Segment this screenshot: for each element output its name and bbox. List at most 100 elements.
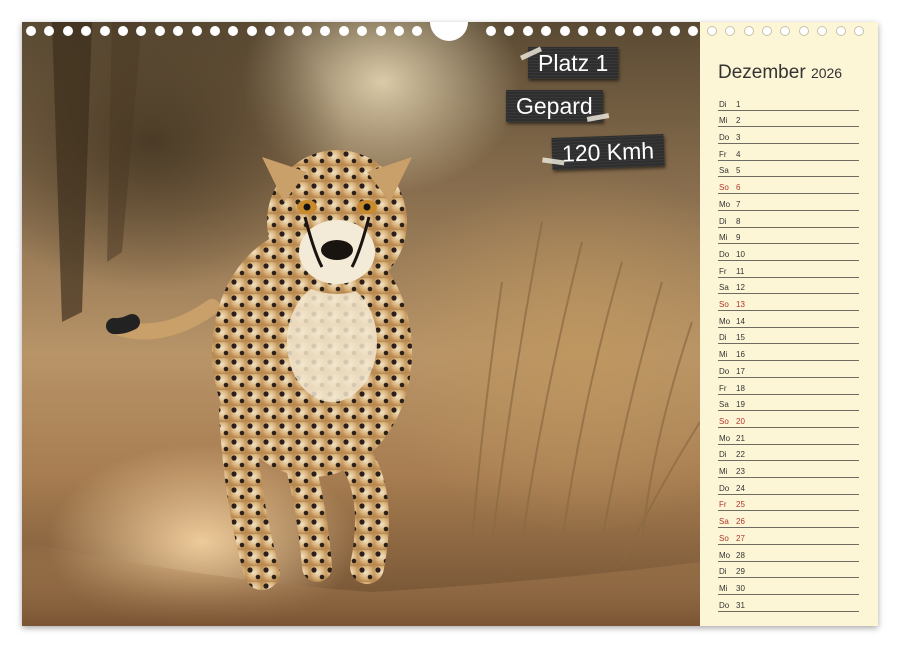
day-number: 7 [736,199,741,209]
day-row: Di 8 [718,210,859,228]
weekday-label: Sa [719,517,729,527]
label-animal: Gepard [506,90,609,122]
binding-hole [541,26,552,36]
day-number: 28 [736,550,745,560]
day-row: Di 1 [718,93,859,111]
weekday-label: Mi [719,467,728,477]
day-number: 22 [736,450,745,460]
day-row: Fr 11 [718,260,859,278]
day-number: 25 [736,500,745,510]
day-row: So 13 [718,293,859,312]
day-number: 4 [736,149,741,159]
binding-hole [99,26,110,36]
weekday-label: Do [719,133,730,143]
day-number: 30 [736,583,745,593]
day-row: So 6 [718,177,859,195]
binding-hole [136,26,147,36]
weekday-label: So [719,533,729,543]
day-row: Sa 5 [718,160,859,178]
day-row: Mo 28 [718,544,859,562]
day-number: 21 [736,433,745,443]
day-row: Fr 25 [718,494,859,512]
binding-hole [228,26,239,36]
day-row: So 27 [718,527,859,545]
day-number: 15 [736,333,745,343]
weekday-label: Mi [719,233,728,243]
day-row: Mi 9 [718,227,859,245]
month-name: Dezember [718,62,806,83]
binding-hole [62,26,73,36]
binding-hole [154,26,165,36]
weekday-label: Fr [719,383,727,393]
label-speed: 120 Kmh [542,134,665,170]
day-number: 14 [736,316,745,326]
day-number: 2 [736,116,741,126]
binding-hole [688,26,699,36]
day-number: 9 [736,233,741,243]
day-row: Sa 26 [718,511,859,529]
weekday-label: Sa [719,166,729,176]
day-row: Mi 2 [718,110,859,128]
weekday-label: Mo [719,550,731,560]
day-row: Do 17 [718,360,859,378]
label-animal-text: Gepard [516,93,593,119]
binding-hole [486,26,496,36]
binding-hole [302,26,312,36]
binding-hole [817,26,828,36]
day-number: 23 [736,467,745,477]
day-number: 27 [736,533,745,543]
weekday-label: Di [719,333,727,343]
day-number: 18 [736,383,745,393]
weekday-label: Di [719,450,727,460]
day-number: 1 [736,99,741,109]
binding-hole [780,26,791,36]
day-number: 12 [736,283,745,293]
day-row: Di 15 [718,327,859,345]
binding-hole [633,26,644,36]
day-number: 8 [736,216,741,226]
binding-hole [210,26,220,36]
weekday-label: Di [719,216,727,226]
binding-hole [173,26,184,36]
binding-hole [118,26,128,36]
day-number: 5 [736,166,741,176]
day-row: Mi 23 [718,460,859,479]
label-rank: Platz 1 [519,46,619,79]
weekday-label: Do [719,483,730,493]
weekday-label: Mi [719,583,728,593]
day-number: 11 [736,266,745,276]
weekday-label: So [719,300,729,310]
weekday-label: Di [719,567,727,577]
binding-hole [394,26,404,36]
binding-hole [835,26,846,36]
day-number: 31 [736,600,745,610]
binding-hole [504,26,515,36]
binding-hole [596,26,607,36]
day-number: 20 [736,416,745,426]
label-rank-text: Platz 1 [538,50,609,76]
binding-hole [338,26,349,36]
binding-hole [44,26,55,36]
day-row: So 20 [718,410,859,428]
weekday-label: Sa [719,283,729,293]
day-number: 29 [736,567,745,577]
binding-hole [614,26,625,36]
weekday-label: Sa [719,400,729,410]
month-planner: Dezember 2026 Di 1 Mi 2 Do 3 Fr 4 Sa 5 So 6 Mo 7 Di 8 Mi… [700,22,878,626]
binding-hole [854,26,864,36]
day-row: Fr 18 [718,377,859,395]
day-row: Do 31 [718,594,859,612]
label-speed-text: 120 Kmh [561,137,655,167]
day-row: Do 10 [718,243,859,261]
binding-hole [706,26,717,36]
binding-hole [283,26,294,36]
weekday-label: Mo [719,433,731,443]
binding-hole [191,26,202,36]
day-number: 26 [736,517,745,527]
binding-hole [522,26,533,36]
day-row: Sa 12 [718,277,859,295]
day-number: 13 [736,300,745,310]
weekday-label: Di [719,99,727,109]
binding-hole [246,26,257,36]
binding-hole [670,26,680,36]
